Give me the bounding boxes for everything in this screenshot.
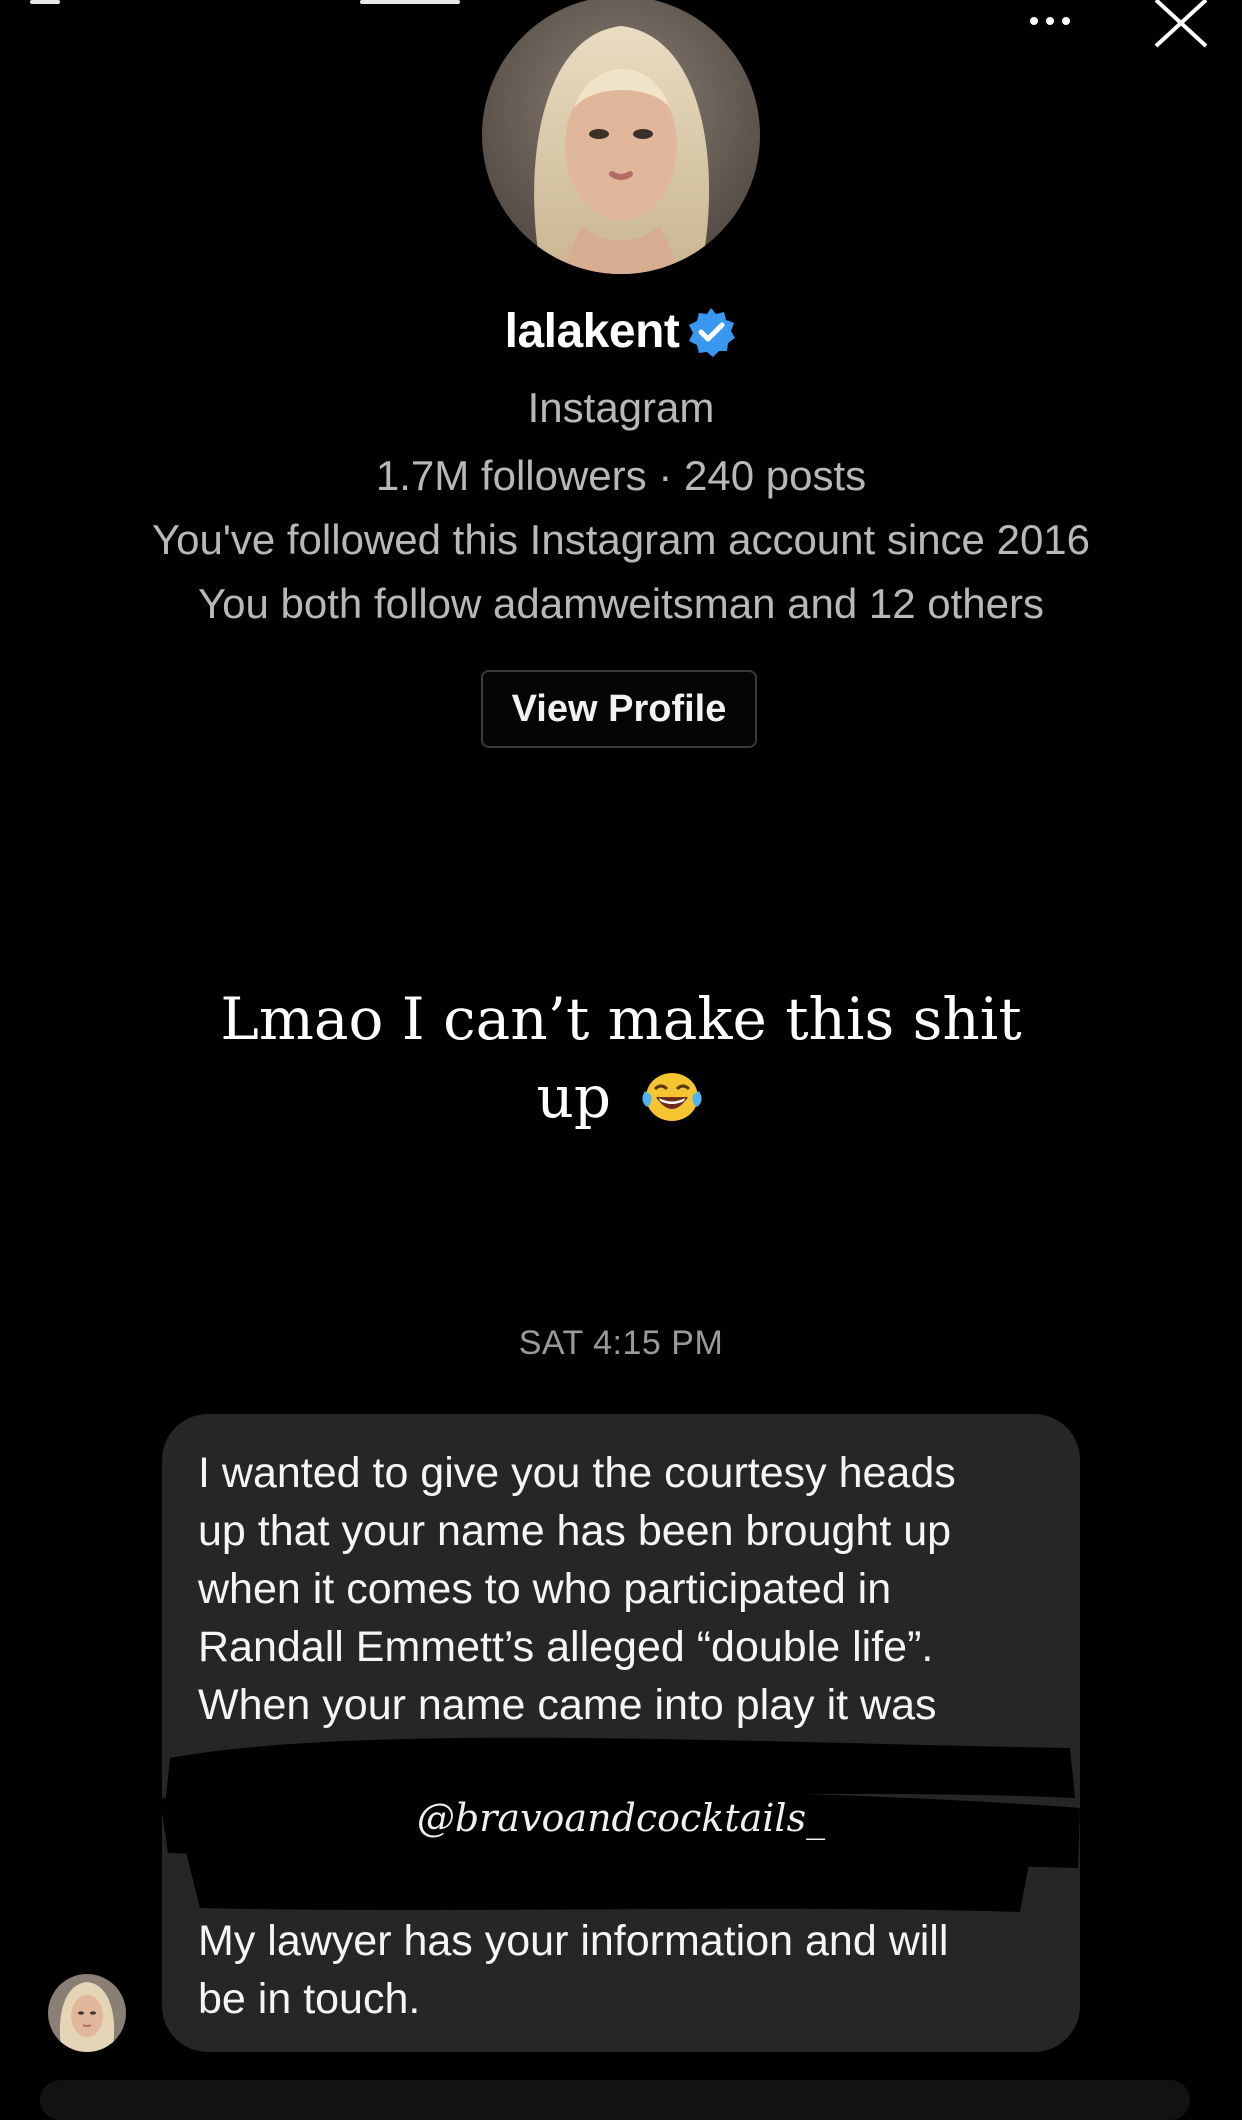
message-line: I wanted to give you the courtesy heads [198, 1449, 956, 1497]
sender-avatar-image [48, 1974, 126, 2052]
caption-line-1: Lmao I can’t make this shit [220, 985, 1022, 1053]
profile-platform: Instagram [527, 384, 715, 431]
close-button[interactable] [1150, 0, 1214, 50]
top-status-remnant [0, 0, 470, 8]
more-dot-icon [1062, 17, 1070, 25]
close-icon [1154, 0, 1208, 48]
profile-followed-since: You've followed this Instagram account s… [151, 516, 1091, 563]
message-timestamp: SAT 4:15 PM [518, 1324, 724, 1362]
more-dot-icon [1046, 17, 1054, 25]
message-line: when it comes to who participated in [198, 1565, 892, 1613]
message-line: My lawyer has your information and will [198, 1917, 949, 1965]
message-line: Randall Emmett’s alleged “double life”. [198, 1623, 934, 1671]
profile-stats: 1.7M followers · 240 posts [375, 452, 867, 499]
profile-mutual-followers: You both follow adamweitsman and 12 othe… [198, 580, 1044, 627]
next-message-edge [40, 2080, 1190, 2120]
more-dot-icon [1030, 17, 1038, 25]
view-profile-button[interactable]: View Profile [481, 670, 757, 748]
more-options-button[interactable] [1020, 6, 1080, 36]
profile-avatar[interactable] [482, 0, 760, 274]
profile-name-row: lalakent [0, 304, 1242, 359]
story-caption: Lmao I can’t make this shit up [100, 980, 1142, 1136]
message-line: up that your name has been brought up [198, 1507, 952, 1555]
sender-avatar[interactable] [48, 1974, 126, 2052]
avatar-image [482, 0, 760, 274]
message-line: When your name came into play it was [198, 1681, 937, 1729]
watermark: @bravoandcocktails_ [416, 1796, 826, 1840]
verified-badge-icon [689, 307, 736, 357]
caption-line-2: up [536, 1063, 612, 1131]
caption-line-2-row: up [100, 1058, 1142, 1136]
laughing-emoji-icon [642, 1073, 703, 1121]
message-line: be in touch. [198, 1975, 421, 2023]
profile-username[interactable]: lalakent [505, 304, 680, 359]
